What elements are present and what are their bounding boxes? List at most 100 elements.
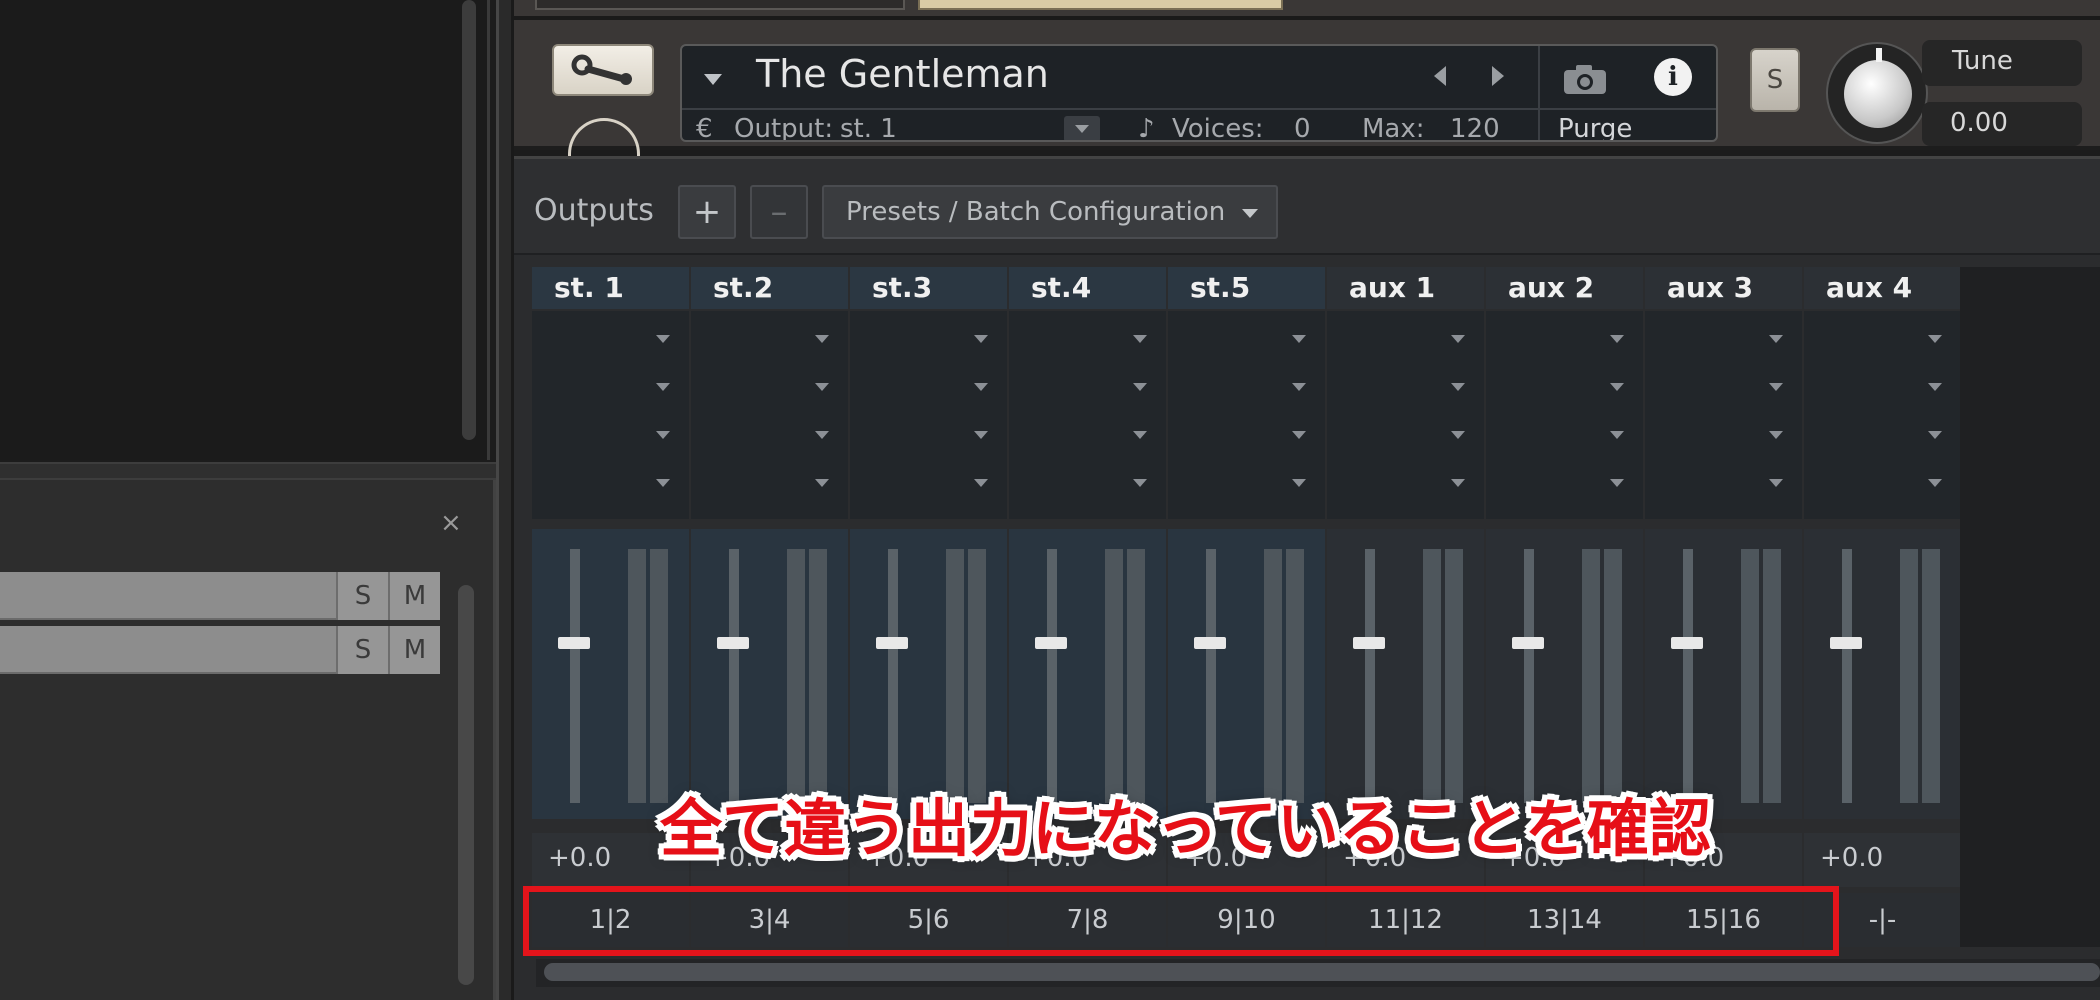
track-vertical-scrollbar[interactable] bbox=[458, 585, 474, 985]
slot-dropdown-icon[interactable] bbox=[1769, 383, 1783, 391]
slot-dropdown-icon[interactable] bbox=[1292, 383, 1306, 391]
slot-dropdown-icon[interactable] bbox=[656, 335, 670, 343]
slot-dropdown-icon[interactable] bbox=[656, 479, 670, 487]
volume-fader[interactable] bbox=[1524, 549, 1534, 803]
slot-dropdown-icon[interactable] bbox=[1451, 383, 1465, 391]
fader-handle[interactable] bbox=[1512, 637, 1544, 649]
slot-dropdown-icon[interactable] bbox=[1769, 431, 1783, 439]
panel-divider[interactable] bbox=[0, 462, 500, 480]
fader-handle[interactable] bbox=[876, 637, 908, 649]
output-value[interactable]: st. 1 bbox=[840, 114, 897, 140]
add-output-button[interactable]: + bbox=[678, 185, 736, 239]
slot-dropdown-icon[interactable] bbox=[1928, 383, 1942, 391]
slot-dropdown-icon[interactable] bbox=[974, 431, 988, 439]
slot-dropdown-icon[interactable] bbox=[1928, 431, 1942, 439]
volume-fader[interactable] bbox=[1047, 549, 1057, 803]
slot-dropdown-icon[interactable] bbox=[815, 335, 829, 343]
edit-instrument-button[interactable] bbox=[552, 44, 654, 96]
channel-name[interactable]: aux 4 bbox=[1804, 267, 1961, 309]
channel-name[interactable]: st.3 bbox=[850, 267, 1007, 309]
channel-name[interactable]: st.2 bbox=[691, 267, 848, 309]
rack-top-tab-active[interactable] bbox=[918, 0, 1283, 10]
fader-handle[interactable] bbox=[1353, 637, 1385, 649]
track-solo-button[interactable]: S bbox=[336, 572, 388, 620]
slot-dropdown-icon[interactable] bbox=[1928, 335, 1942, 343]
volume-fader[interactable] bbox=[1683, 549, 1693, 803]
fader-handle[interactable] bbox=[1194, 637, 1226, 649]
instrument-name[interactable]: The Gentleman bbox=[756, 52, 1049, 96]
slot-dropdown-icon[interactable] bbox=[1292, 479, 1306, 487]
slot-dropdown-icon[interactable] bbox=[974, 479, 988, 487]
volume-fader[interactable] bbox=[729, 549, 739, 803]
tune-knob-indicator bbox=[1876, 48, 1882, 62]
slot-dropdown-icon[interactable] bbox=[1133, 383, 1147, 391]
presets-batch-configuration-button[interactable]: Presets / Batch Configuration bbox=[822, 185, 1278, 239]
channel-name[interactable]: st.4 bbox=[1009, 267, 1166, 309]
slot-dropdown-icon[interactable] bbox=[974, 383, 988, 391]
slot-dropdown-icon[interactable] bbox=[1292, 431, 1306, 439]
slot-dropdown-icon[interactable] bbox=[1451, 335, 1465, 343]
track-row[interactable]: S M bbox=[0, 572, 444, 622]
slot-dropdown-icon[interactable] bbox=[1928, 479, 1942, 487]
vertical-splitter[interactable] bbox=[496, 0, 514, 1000]
info-icon[interactable]: i bbox=[1654, 58, 1692, 96]
volume-fader[interactable] bbox=[1842, 549, 1852, 803]
slot-dropdown-icon[interactable] bbox=[1292, 335, 1306, 343]
volume-fader[interactable] bbox=[1365, 549, 1375, 803]
track-name-bar[interactable] bbox=[0, 572, 336, 620]
channel-name[interactable]: aux 3 bbox=[1645, 267, 1802, 309]
slot-dropdown-icon[interactable] bbox=[1451, 431, 1465, 439]
fader-handle[interactable] bbox=[1830, 637, 1862, 649]
slot-dropdown-icon[interactable] bbox=[1133, 479, 1147, 487]
rack-top-tab[interactable] bbox=[535, 0, 905, 10]
slot-dropdown-icon[interactable] bbox=[815, 431, 829, 439]
tune-knob[interactable] bbox=[1826, 42, 1928, 144]
instrument-menu-chevron-icon[interactable] bbox=[704, 74, 722, 85]
channel-name[interactable]: aux 2 bbox=[1486, 267, 1643, 309]
outputs-horizontal-scrollbar[interactable] bbox=[544, 963, 2100, 981]
next-preset-icon[interactable] bbox=[1492, 66, 1504, 86]
remove-output-button[interactable]: – bbox=[750, 185, 808, 239]
solo-button[interactable]: S bbox=[1750, 48, 1800, 112]
slot-dropdown-icon[interactable] bbox=[815, 479, 829, 487]
output-dropdown-icon[interactable] bbox=[1064, 116, 1100, 140]
level-meter bbox=[1445, 549, 1463, 803]
fader-handle[interactable] bbox=[1035, 637, 1067, 649]
camera-icon[interactable] bbox=[1562, 62, 1608, 96]
volume-fader[interactable] bbox=[888, 549, 898, 803]
channel-name[interactable]: aux 1 bbox=[1327, 267, 1484, 309]
track-mute-button[interactable]: M bbox=[388, 626, 440, 674]
previous-preset-icon[interactable] bbox=[1434, 66, 1446, 86]
slot-dropdown-icon[interactable] bbox=[1610, 431, 1624, 439]
channel-name[interactable]: st. 1 bbox=[532, 267, 689, 309]
slot-dropdown-icon[interactable] bbox=[1610, 335, 1624, 343]
close-icon[interactable]: × bbox=[440, 510, 462, 536]
slot-dropdown-icon[interactable] bbox=[1610, 383, 1624, 391]
track-mute-button[interactable]: M bbox=[388, 572, 440, 620]
slot-dropdown-icon[interactable] bbox=[1133, 335, 1147, 343]
track-name-bar[interactable] bbox=[0, 626, 336, 674]
volume-fader[interactable] bbox=[1206, 549, 1216, 803]
fader-handle[interactable] bbox=[1671, 637, 1703, 649]
channel-name[interactable]: st.5 bbox=[1168, 267, 1325, 309]
slot-dropdown-icon[interactable] bbox=[1451, 479, 1465, 487]
volume-readout[interactable]: +0.0 bbox=[1804, 833, 1961, 887]
slot-dropdown-icon[interactable] bbox=[656, 383, 670, 391]
slot-dropdown-icon[interactable] bbox=[1610, 479, 1624, 487]
slot-dropdown-icon[interactable] bbox=[1133, 431, 1147, 439]
arrange-vertical-scrollbar[interactable] bbox=[462, 0, 476, 440]
volume-fader[interactable] bbox=[570, 549, 580, 803]
tune-value[interactable]: 0.00 bbox=[1922, 102, 2082, 146]
slot-dropdown-icon[interactable] bbox=[1769, 479, 1783, 487]
slot-dropdown-icon[interactable] bbox=[656, 431, 670, 439]
slot-dropdown-icon[interactable] bbox=[974, 335, 988, 343]
fader-handle[interactable] bbox=[558, 637, 590, 649]
fader-section bbox=[850, 529, 1007, 819]
track-row[interactable]: S M bbox=[0, 626, 444, 676]
slot-dropdown-icon[interactable] bbox=[1769, 335, 1783, 343]
fader-handle[interactable] bbox=[717, 637, 749, 649]
purge-menu[interactable]: Purge bbox=[1558, 114, 1632, 140]
slot-dropdown-icon[interactable] bbox=[815, 383, 829, 391]
max-voices-value[interactable]: 120 bbox=[1450, 114, 1500, 140]
track-solo-button[interactable]: S bbox=[336, 626, 388, 674]
